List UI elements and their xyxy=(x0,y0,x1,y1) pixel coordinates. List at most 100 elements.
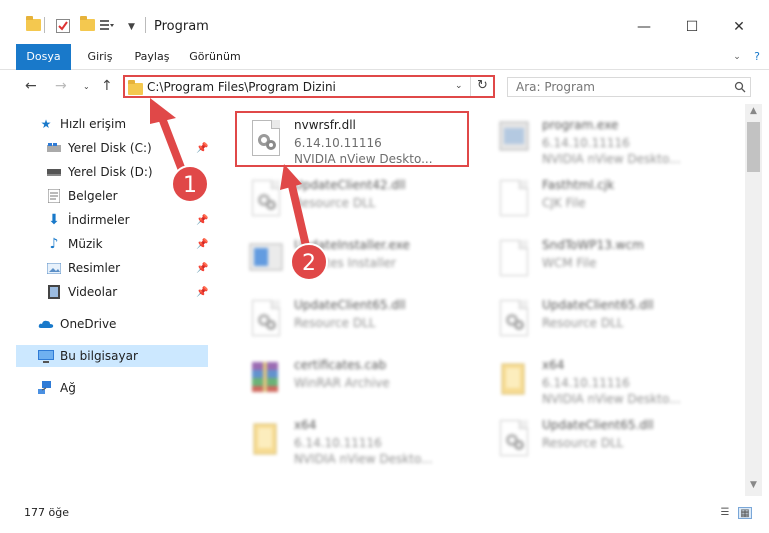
file-type: Updates Installer xyxy=(294,256,396,270)
file-type: Resource DLL xyxy=(294,196,376,210)
pin-icon[interactable]: 📌 xyxy=(196,215,208,226)
sidebar-item-label: Resimler xyxy=(68,261,121,275)
sidebar-item-network[interactable]: Ağ xyxy=(16,377,208,399)
sidebar-item-downloads[interactable]: ⬇ İndirmeler 📌 xyxy=(16,209,208,231)
file-item[interactable]: UpdateClient65.dll Resource DLL xyxy=(484,292,724,350)
file-name: SndToWP13.wcm xyxy=(542,238,644,252)
pin-icon[interactable]: 📌 xyxy=(196,239,208,250)
file-name: UpdateClient65.dll xyxy=(542,298,654,312)
address-bar[interactable]: C:\Program Files\Program Dizini ⌄ ↻ xyxy=(123,75,495,98)
file-item[interactable]: UpdateInstaller.exe Updates Installer xyxy=(236,232,476,290)
customize-icon[interactable] xyxy=(100,19,114,33)
sidebar-item-quick-access[interactable]: ★ Hızlı erişim xyxy=(16,113,208,135)
document-file-icon xyxy=(494,238,534,284)
sidebar-item-label: Bu bilgisayar xyxy=(60,349,138,363)
dll-file-icon xyxy=(246,298,286,344)
pin-icon[interactable]: 📌 xyxy=(196,143,208,154)
address-text[interactable]: C:\Program Files\Program Dizini xyxy=(147,80,336,94)
folder-icon xyxy=(26,16,41,31)
sidebar-item-documents[interactable]: Belgeler xyxy=(16,185,208,207)
sidebar-item-local-disk-d[interactable]: Yerel Disk (D:) xyxy=(16,161,208,183)
search-input[interactable]: Ara: Program xyxy=(507,77,751,97)
file-item[interactable]: Fasthtml.cjk CJK File xyxy=(484,172,724,230)
videos-icon xyxy=(46,285,62,299)
file-name: x64 xyxy=(542,358,565,372)
forward-arrow-icon[interactable]: → xyxy=(55,78,67,94)
chevron-down-icon[interactable]: ⌄ xyxy=(730,44,744,70)
file-item[interactable]: program.exe 6.14.10.11116 NVIDIA nView D… xyxy=(484,112,724,170)
chevron-down-icon[interactable]: ▼ xyxy=(128,22,135,38)
file-name: x64 xyxy=(294,418,317,432)
navigation-bar: ← → ⌄ ↑ C:\Program Files\Program Dizini … xyxy=(0,70,769,104)
file-item[interactable]: SndToWP13.wcm WCM File xyxy=(484,232,724,290)
sidebar-item-videos[interactable]: Videolar 📌 xyxy=(16,281,208,303)
file-item[interactable]: x64 6.14.10.11116 NVIDIA nView Deskto... xyxy=(484,352,724,410)
tab-view[interactable]: Görünüm xyxy=(186,44,244,70)
file-type: WCM File xyxy=(542,256,597,270)
search-placeholder: Ara: Program xyxy=(516,80,595,94)
separator xyxy=(145,17,146,33)
tiles-view-icon[interactable]: ▦ xyxy=(738,507,752,519)
file-name: UpdateClient65.dll xyxy=(542,418,654,432)
sidebar-item-label: İndirmeler xyxy=(68,213,130,227)
properties-icon[interactable] xyxy=(56,19,70,33)
navigation-pane: ★ Hızlı erişim Yerel Disk (C:) 📌 Yerel D… xyxy=(16,104,209,496)
chevron-down-icon[interactable]: ⌄ xyxy=(455,81,463,91)
tab-share[interactable]: Paylaş xyxy=(130,44,174,70)
pictures-icon xyxy=(46,261,62,275)
file-name: Fasthtml.cjk xyxy=(542,178,615,192)
drive-icon xyxy=(46,165,62,179)
sidebar-item-label: Müzik xyxy=(68,237,103,251)
file-item[interactable]: certificates.cab WinRAR Archive xyxy=(236,352,476,410)
close-button[interactable]: ✕ xyxy=(717,10,761,44)
file-item[interactable]: UpdateClient65.dll Resource DLL xyxy=(484,412,724,470)
minimize-button[interactable]: — xyxy=(622,10,666,44)
refresh-icon[interactable]: ↻ xyxy=(477,78,488,93)
search-icon[interactable] xyxy=(734,81,746,93)
file-description: NVIDIA nView Deskto... xyxy=(542,152,681,166)
file-type: WinRAR Archive xyxy=(294,376,390,390)
details-view-icon[interactable]: ☰ xyxy=(718,507,732,519)
pin-icon[interactable]: 📌 xyxy=(196,287,208,298)
document-file-icon xyxy=(494,178,534,224)
tab-file[interactable]: Dosya xyxy=(16,44,71,70)
status-bar: 177 öğe ☰ ▦ xyxy=(0,500,769,533)
sidebar-item-pictures[interactable]: Resimler 📌 xyxy=(16,257,208,279)
scroll-up-icon[interactable]: ▲ xyxy=(745,106,762,120)
drive-icon xyxy=(46,141,62,155)
file-type: Resource DLL xyxy=(542,316,624,330)
sidebar-item-this-pc[interactable]: Bu bilgisayar xyxy=(16,345,208,367)
file-version: 6.14.10.11116 xyxy=(542,136,630,150)
file-type: Resource DLL xyxy=(294,316,376,330)
pin-icon[interactable]: 📌 xyxy=(196,263,208,274)
archive-file-icon xyxy=(246,358,286,404)
sidebar-item-local-disk-c[interactable]: Yerel Disk (C:) 📌 xyxy=(16,137,208,159)
scroll-thumb[interactable] xyxy=(747,122,760,172)
help-icon[interactable]: ? xyxy=(750,44,764,70)
up-arrow-icon[interactable]: ↑ xyxy=(101,78,113,94)
sidebar-item-label: Videolar xyxy=(68,285,118,299)
file-item[interactable]: UpdateClient42.dll Resource DLL xyxy=(236,172,476,230)
new-folder-icon[interactable] xyxy=(80,16,95,31)
sidebar-item-onedrive[interactable]: OneDrive xyxy=(16,313,208,335)
back-arrow-icon[interactable]: ← xyxy=(25,78,37,94)
sidebar-item-label: Hızlı erişim xyxy=(60,117,127,131)
maximize-button[interactable]: ☐ xyxy=(670,10,714,44)
folder-file-icon xyxy=(246,418,286,464)
sidebar-item-music[interactable]: ♪ Müzik 📌 xyxy=(16,233,209,255)
ribbon-tabs: Dosya Giriş Paylaş Görünüm ⌄ ? xyxy=(0,44,769,70)
exe-file-icon xyxy=(494,118,534,164)
folder-icon xyxy=(128,80,143,95)
vertical-scrollbar[interactable]: ▲ ▼ xyxy=(745,104,762,496)
folder-file-icon xyxy=(494,358,534,404)
file-name: UpdateClient65.dll xyxy=(294,298,406,312)
recent-locations-icon[interactable]: ⌄ xyxy=(83,82,90,91)
file-name: program.exe xyxy=(542,118,619,132)
star-icon: ★ xyxy=(40,117,52,131)
scroll-down-icon[interactable]: ▼ xyxy=(745,480,762,494)
file-item[interactable]: x64 6.14.10.11116 NVIDIA nView Deskto... xyxy=(236,412,476,470)
computer-icon xyxy=(38,349,54,363)
tab-home[interactable]: Giriş xyxy=(80,44,120,70)
file-item[interactable]: UpdateClient65.dll Resource DLL xyxy=(236,292,476,350)
music-icon: ♪ xyxy=(49,236,59,252)
